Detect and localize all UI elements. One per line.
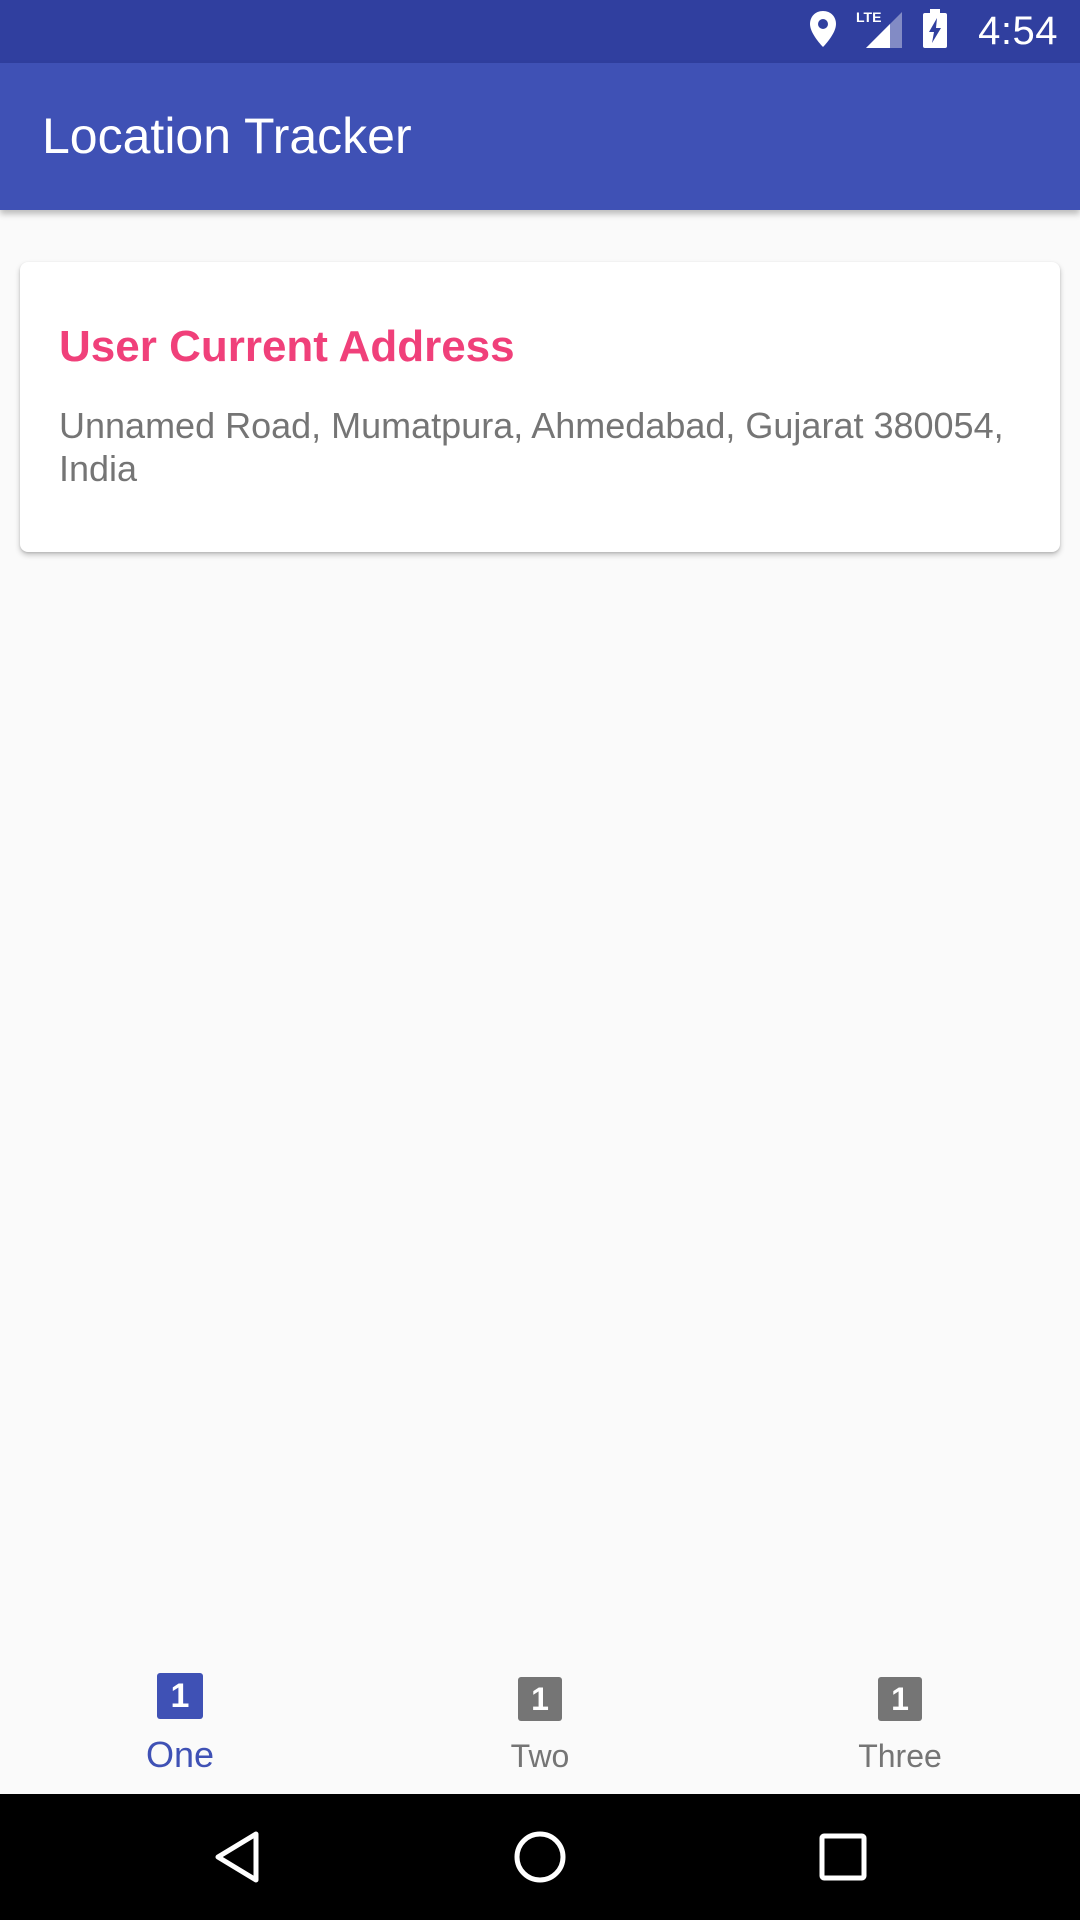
lte-signal-icon: LTE bbox=[856, 8, 904, 55]
status-time: 4:54 bbox=[978, 9, 1058, 53]
nav-item-three[interactable]: 1 Three bbox=[720, 1640, 1080, 1794]
status-icons: LTE 4:54 bbox=[808, 0, 1058, 63]
nav-item-one[interactable]: 1 One bbox=[0, 1640, 360, 1794]
status-bar: LTE 4:54 bbox=[0, 0, 1080, 63]
address-card: User Current Address Unnamed Road, Mumat… bbox=[20, 262, 1060, 552]
home-button[interactable] bbox=[480, 1794, 600, 1920]
home-icon bbox=[514, 1831, 566, 1883]
nav-one-icon: 1 bbox=[157, 1673, 203, 1719]
recents-icon bbox=[819, 1833, 867, 1881]
nav-three-label: Three bbox=[858, 1738, 942, 1774]
nav-three-icon: 1 bbox=[878, 1677, 922, 1721]
nav-one-label: One bbox=[145, 1734, 215, 1775]
lte-label: LTE bbox=[856, 9, 881, 25]
address-text: Unnamed Road, Mumatpura, Ahmedabad, Guja… bbox=[59, 405, 1004, 489]
page-title: Location Tracker bbox=[42, 108, 412, 164]
back-icon bbox=[215, 1831, 259, 1883]
nav-two-label: Two bbox=[510, 1738, 570, 1774]
location-icon bbox=[808, 9, 838, 54]
battery-charging-icon bbox=[922, 9, 948, 54]
card-title: User Current Address bbox=[59, 322, 515, 371]
app-bar: Location Tracker bbox=[0, 63, 1080, 210]
back-button[interactable] bbox=[177, 1794, 297, 1920]
nav-item-two[interactable]: 1 Two bbox=[360, 1640, 720, 1794]
nav-two-icon: 1 bbox=[518, 1677, 562, 1721]
recents-button[interactable] bbox=[783, 1794, 903, 1920]
system-navigation-bar bbox=[0, 1794, 1080, 1920]
bottom-navigation: 1 One 1 Two 1 Three bbox=[0, 1640, 1080, 1794]
